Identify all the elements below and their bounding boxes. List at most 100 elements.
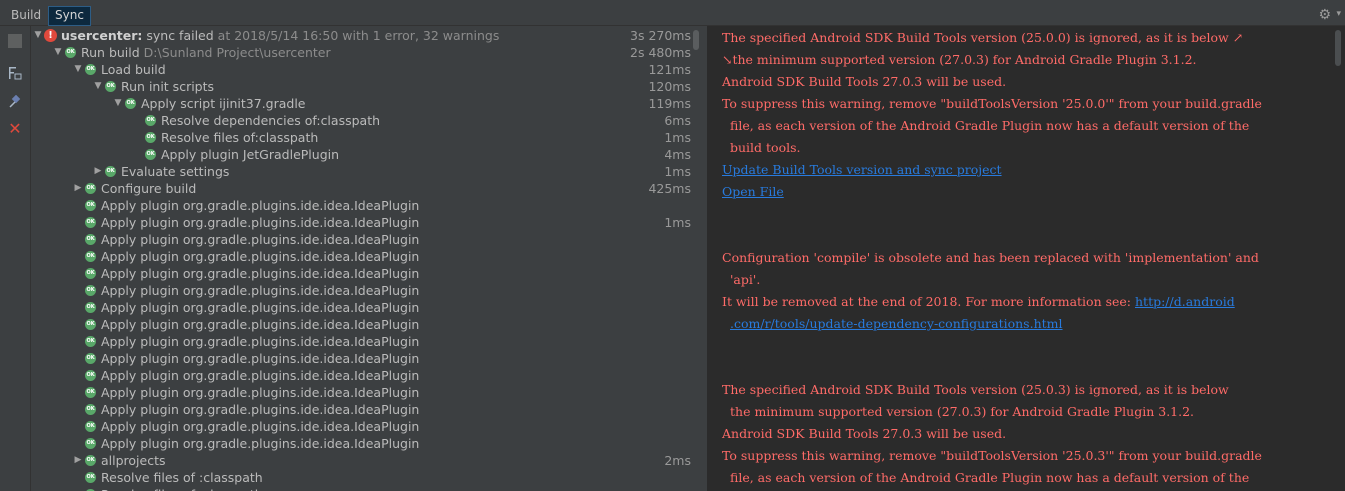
ok-icon: OK [85, 302, 96, 313]
console-line: 'api'. [730, 272, 761, 287]
tree-row-label: Apply plugin org.gradle.plugins.ide.idea… [101, 266, 420, 281]
console-line: the minimum supported version (27.0.3) f… [730, 404, 1195, 419]
gear-icon[interactable]: ⚙ [1318, 7, 1331, 23]
build-output-console: The specified Android SDK Build Tools ve… [710, 26, 1332, 491]
tree-row[interactable]: ▼ OK Apply script ijinit37.gradle 119ms [31, 95, 691, 112]
tree-row-meta: at 2018/5/14 16:50 with 1 error, 32 warn… [213, 28, 500, 43]
collapse-arrow-icon[interactable]: ▶ [73, 180, 83, 197]
tree-row-label: Load build [101, 62, 166, 77]
expand-arrow-icon[interactable]: ▼ [93, 78, 103, 95]
console-link[interactable]: Update Build Tools version and sync proj… [722, 161, 1002, 179]
tree-row[interactable]: OK Apply plugin org.gradle.plugins.ide.id… [31, 401, 691, 418]
console-scrollbar-thumb[interactable] [1335, 30, 1341, 66]
collapse-arrow-icon[interactable]: ▶ [93, 163, 103, 180]
tree-row-label: Apply plugin org.gradle.plugins.ide.idea… [101, 249, 420, 264]
tree-row-label: Evaluate settings [121, 164, 230, 179]
tree-row[interactable]: OK Apply plugin org.gradle.plugins.ide.id… [31, 248, 691, 265]
tree-row-duration: 1ms [664, 215, 691, 230]
tree-row[interactable]: ▶ OK allprojects 2ms [31, 452, 691, 469]
tree-row-duration: 6ms [664, 113, 691, 128]
tree-row[interactable]: OK Apply plugin org.gradle.plugins.ide.id… [31, 214, 691, 231]
expand-arrow-icon[interactable]: ▼ [73, 61, 83, 78]
tree-row[interactable]: OK Apply plugin org.gradle.plugins.ide.id… [31, 197, 691, 214]
tree-row-duration: 2ms [664, 453, 691, 468]
console-link[interactable]: Open File [722, 183, 784, 201]
tab-sync[interactable]: Sync [48, 6, 91, 26]
console-line: It will be removed at the end of 2018. F… [722, 294, 1235, 309]
tree-row[interactable]: ▼ OK Run init scripts 120ms [31, 78, 691, 95]
tree-row-duration: 425ms [648, 181, 691, 196]
console-line: Android SDK Build Tools 27.0.3 will be u… [722, 74, 1007, 89]
close-icon[interactable]: ✕ [8, 121, 22, 137]
tree-row-label: Resolve files of :classpath [101, 470, 263, 485]
tree-row[interactable]: OK Apply plugin org.gradle.plugins.ide.id… [31, 418, 691, 435]
collapse-arrow-icon[interactable]: ▶ [73, 452, 83, 469]
console-link[interactable]: .com/r/tools/update-dependency-configura… [730, 315, 1063, 333]
tree-row[interactable]: ▼ OK Load build 121ms [31, 61, 691, 78]
tree-row-label: Apply plugin org.gradle.plugins.ide.idea… [101, 283, 420, 298]
tree-row[interactable]: ▶ OK Configure build 425ms [31, 180, 691, 197]
console-line: To suppress this warning, remove "buildT… [722, 448, 1262, 463]
ok-icon: OK [85, 319, 96, 330]
tree-row[interactable]: OK Resolve files of:classpath 1ms [31, 129, 691, 146]
filter-tree-icon[interactable] [8, 66, 22, 80]
console-line: file, as each version of the Android Gra… [730, 470, 1250, 485]
tree-scrollbar[interactable] [692, 28, 700, 491]
tree-row-label: Apply plugin org.gradle.plugins.ide.idea… [101, 215, 420, 230]
console-line: The specified Android SDK Build Tools ve… [722, 382, 1229, 397]
tree-row[interactable]: OKResolve files of :classpath [31, 486, 691, 491]
tree-row-label: Apply script ijinit37.gradle [141, 96, 306, 111]
tree-row[interactable]: OK Resolve dependencies of:classpath 6ms [31, 112, 691, 129]
expand-arrow-icon[interactable]: ▼ [53, 44, 63, 61]
tree-row[interactable]: OK Apply plugin org.gradle.plugins.ide.id… [31, 333, 691, 350]
ok-icon: OK [85, 234, 96, 245]
console-scrollbar[interactable] [1332, 26, 1345, 491]
tab-build[interactable]: Build [5, 6, 47, 24]
console-link[interactable]: http://d.android [1135, 294, 1235, 309]
ok-icon: OK [85, 217, 96, 228]
tree-row-meta: D:\Sunland Project\usercenter [139, 45, 331, 60]
ok-icon: OK [105, 166, 116, 177]
tree-row[interactable]: OK Apply plugin org.gradle.plugins.ide.id… [31, 299, 691, 316]
tree-row[interactable]: ▼ OK Run build D:\Sunland Project\usercent… [31, 44, 691, 61]
tree-row-label: Apply plugin org.gradle.plugins.ide.idea… [101, 385, 420, 400]
tree-row[interactable]: OK Apply plugin org.gradle.plugins.ide.id… [31, 265, 691, 282]
ok-icon: OK [85, 387, 96, 398]
tree-row[interactable]: OK Apply plugin org.gradle.plugins.ide.id… [31, 231, 691, 248]
expand-arrow-icon[interactable]: ▼ [113, 95, 123, 112]
tree-row[interactable]: OK Apply plugin org.gradle.plugins.ide.id… [31, 282, 691, 299]
tree-row-label: Apply plugin org.gradle.plugins.ide.idea… [101, 368, 420, 383]
build-tree: ▼! usercenter: sync failed at 2018/5/14 1… [31, 26, 707, 491]
console-line: To suppress this warning, remove "buildT… [722, 96, 1262, 111]
console-line: Configuration 'compile' is obsolete and … [722, 250, 1259, 265]
tree-row-label: Apply plugin org.gradle.plugins.ide.idea… [101, 351, 420, 366]
tree-row[interactable]: ▶ OK Evaluate settings 1ms [31, 163, 691, 180]
tree-row[interactable]: OK Apply plugin org.gradle.plugins.ide.id… [31, 435, 691, 452]
ok-icon: OK [65, 47, 76, 58]
tree-row[interactable]: OK Apply plugin org.gradle.plugins.ide.id… [31, 350, 691, 367]
error-icon: ! [44, 29, 57, 42]
expand-arrow-icon[interactable]: ▼ [33, 27, 43, 44]
tree-row[interactable]: OK Apply plugin JetGradlePlugin 4ms [31, 146, 691, 163]
tree-row-label: Apply plugin org.gradle.plugins.ide.idea… [101, 419, 420, 434]
chevron-down-icon[interactable]: ▾ [1336, 9, 1341, 19]
tree-row[interactable]: OK Apply plugin org.gradle.plugins.ide.id… [31, 384, 691, 401]
tree-row[interactable]: OKResolve files of :classpath [31, 469, 691, 486]
stop-icon[interactable] [8, 34, 22, 48]
ok-icon: OK [85, 285, 96, 296]
ok-icon: OK [85, 353, 96, 364]
tree-row[interactable]: ▼! usercenter: sync failed at 2018/5/14 1… [31, 27, 691, 44]
tree-row-label: Apply plugin org.gradle.plugins.ide.idea… [101, 300, 420, 315]
tree-row-duration: 119ms [648, 96, 691, 111]
tree-row-label: Run init scripts [121, 79, 215, 94]
ok-icon: OK [85, 268, 96, 279]
tree-row[interactable]: OK Apply plugin org.gradle.plugins.ide.id… [31, 316, 691, 333]
ok-icon: OK [85, 404, 96, 415]
pin-icon[interactable] [8, 95, 22, 109]
tree-row[interactable]: OK Apply plugin org.gradle.plugins.ide.id… [31, 367, 691, 384]
tree-row-duration: 121ms [648, 62, 691, 77]
tree-row-label: Apply plugin JetGradlePlugin [161, 147, 340, 162]
tree-row-label: Apply plugin org.gradle.plugins.ide.idea… [101, 436, 420, 451]
ok-icon: OK [85, 200, 96, 211]
tree-scrollbar-thumb[interactable] [693, 30, 699, 50]
